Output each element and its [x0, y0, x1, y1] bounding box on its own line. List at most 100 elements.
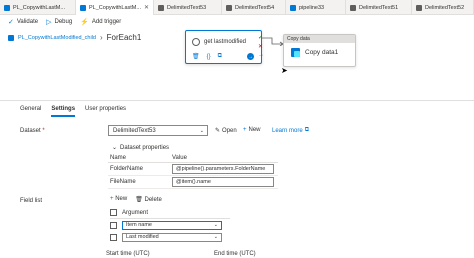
field-list-label-row: Field list: [20, 198, 42, 204]
get-metadata-activity[interactable]: get lastmodified 🗑 {} ⧉ →: [185, 30, 262, 64]
row-checkbox[interactable]: [110, 221, 117, 229]
activity-connector: [262, 37, 284, 46]
add-trigger-label: Add trigger: [91, 19, 122, 25]
copy-data-icon: [291, 48, 300, 57]
tab-pipeline-33[interactable]: pipeline33: [286, 0, 346, 15]
new-dataset-button[interactable]: + New: [243, 127, 261, 133]
debug-button[interactable]: ▷ Debug: [46, 18, 72, 26]
dataset-select-value: DelimitedText53: [113, 127, 156, 134]
dataset-icon: [416, 4, 422, 11]
dataset-label-row: Dataset *: [20, 128, 45, 134]
plus-icon: +: [110, 196, 114, 202]
copy-icon[interactable]: ⧉: [218, 53, 222, 60]
tab-dataset-52[interactable]: DelimitedText52: [412, 0, 474, 15]
table-row: FileName @item().name: [108, 176, 278, 189]
open-label: Open: [222, 127, 237, 134]
argument-value: Last modified: [126, 234, 159, 240]
tab-label: PL_CopywithLastM...: [13, 4, 65, 11]
argument-value: Item name: [126, 222, 152, 228]
completion-path-icon[interactable]: →: [258, 52, 264, 58]
dataset-icon: [158, 4, 164, 11]
dataset-icon: [226, 4, 232, 11]
validate-button[interactable]: ✓ Validate: [8, 18, 38, 26]
tab-label: PL_CopywithLastM...: [89, 4, 141, 11]
copy-data-header: Copy data: [284, 35, 355, 43]
table-row: FolderName @pipeline().parameters.Folder…: [108, 163, 278, 176]
list-item: Item name ⌄: [110, 219, 230, 231]
argument-select[interactable]: Item name ⌄: [122, 220, 222, 230]
tab-label: pipeline33: [299, 4, 325, 11]
play-icon: ▷: [46, 19, 52, 26]
table-header: Name Value: [108, 153, 278, 163]
field-new-button[interactable]: + New: [110, 196, 127, 203]
tab-dataset-54[interactable]: DelimitedText54: [222, 0, 286, 15]
validate-label: Validate: [16, 19, 39, 25]
pipeline-icon: [290, 4, 296, 11]
field-delete-button[interactable]: 🗑 Delete: [135, 196, 162, 203]
mouse-cursor-icon: ➤: [281, 66, 288, 75]
chevron-down-icon: ⌄: [213, 222, 218, 228]
tab-pipeline-1[interactable]: PL_CopywithLastM...: [0, 0, 76, 15]
activity-label: get lastmodified: [204, 39, 247, 45]
start-time-label: Start time (UTC): [106, 251, 150, 257]
property-value-input[interactable]: @pipeline().parameters.FolderName: [172, 164, 274, 174]
properties-tabs: General Settings User properties: [20, 106, 126, 117]
tab-label: DelimitedText51: [359, 4, 399, 11]
close-icon[interactable]: ✕: [144, 4, 149, 11]
end-time-label: End time (UTC): [214, 251, 256, 257]
code-icon[interactable]: {}: [207, 54, 211, 60]
required-marker: *: [42, 128, 45, 134]
delete-icon[interactable]: 🗑: [192, 53, 200, 60]
delete-icon: 🗑: [135, 197, 143, 203]
pipeline-icon: [4, 4, 10, 11]
argument-select[interactable]: Last modified ⌄: [122, 232, 222, 242]
open-dataset-button[interactable]: ✎ Open: [215, 127, 237, 135]
dataset-label: Dataset: [20, 128, 41, 134]
select-all-checkbox[interactable]: [110, 209, 117, 216]
tab-user-properties[interactable]: User properties: [85, 106, 126, 117]
tab-pipeline-2[interactable]: PL_CopywithLastM... ✕: [76, 0, 154, 15]
chevron-down-icon: ⌄: [199, 127, 204, 134]
chevron-down-icon: ⌄: [112, 145, 118, 151]
copy-data-activity[interactable]: Copy data Copy data1: [283, 34, 356, 67]
add-trigger-button[interactable]: ⚡ Add trigger: [80, 18, 121, 26]
dataset-properties-label: Dataset properties: [120, 144, 170, 151]
row-checkbox[interactable]: [110, 233, 117, 241]
tab-bar: PL_CopywithLastM... PL_CopywithLastM... …: [0, 0, 474, 15]
field-list-header: Argument: [110, 207, 230, 219]
property-name: FolderName: [110, 166, 144, 172]
properties-panel: General Settings User properties Dataset…: [0, 100, 474, 258]
field-new-label: New: [115, 196, 128, 202]
dataset-select[interactable]: DelimitedText53 ⌄: [108, 125, 208, 136]
dataset-icon: [350, 4, 356, 11]
pipeline-icon: [80, 4, 86, 11]
new-label: New: [248, 127, 261, 133]
name-column-header: Name: [110, 154, 127, 161]
tab-label: DelimitedText52: [425, 4, 465, 11]
value-column-header: Value: [172, 154, 187, 161]
dataset-properties-toggle[interactable]: ⌄ Dataset properties: [112, 144, 170, 152]
pipeline-canvas[interactable]: get lastmodified 🗑 {} ⧉ → ✓ ✕ → Copy dat…: [0, 28, 474, 100]
info-icon: [192, 38, 200, 46]
property-value-input[interactable]: @item().name: [172, 177, 274, 187]
tab-settings[interactable]: Settings: [51, 106, 76, 117]
checkmark-icon: ✓: [8, 19, 14, 26]
dataset-properties-table: Name Value FolderName @pipeline().parame…: [108, 153, 278, 189]
pencil-icon: ✎: [215, 128, 221, 134]
pipeline-toolbar: ✓ Validate ▷ Debug ⚡ Add trigger: [0, 16, 474, 28]
property-name: FileName: [110, 179, 136, 185]
tab-dataset-53[interactable]: DelimitedText53: [154, 0, 222, 15]
list-item: Last modified ⌄: [110, 231, 230, 243]
learn-more-label: Learn more: [272, 127, 303, 134]
learn-more-link[interactable]: Learn more ⧉: [272, 127, 309, 134]
tab-general[interactable]: General: [20, 106, 41, 117]
field-delete-label: Delete: [144, 197, 162, 203]
arrow-right-icon[interactable]: →: [247, 53, 254, 60]
tab-dataset-51[interactable]: DelimitedText51: [346, 0, 412, 15]
argument-header: Argument: [122, 209, 149, 216]
external-link-icon: ⧉: [304, 127, 309, 133]
debug-label: Debug: [54, 19, 73, 25]
chevron-down-icon: ⌄: [213, 234, 218, 240]
field-list-label: Field list: [20, 198, 43, 204]
field-list: Argument Item name ⌄ Last modified ⌄: [110, 207, 230, 243]
